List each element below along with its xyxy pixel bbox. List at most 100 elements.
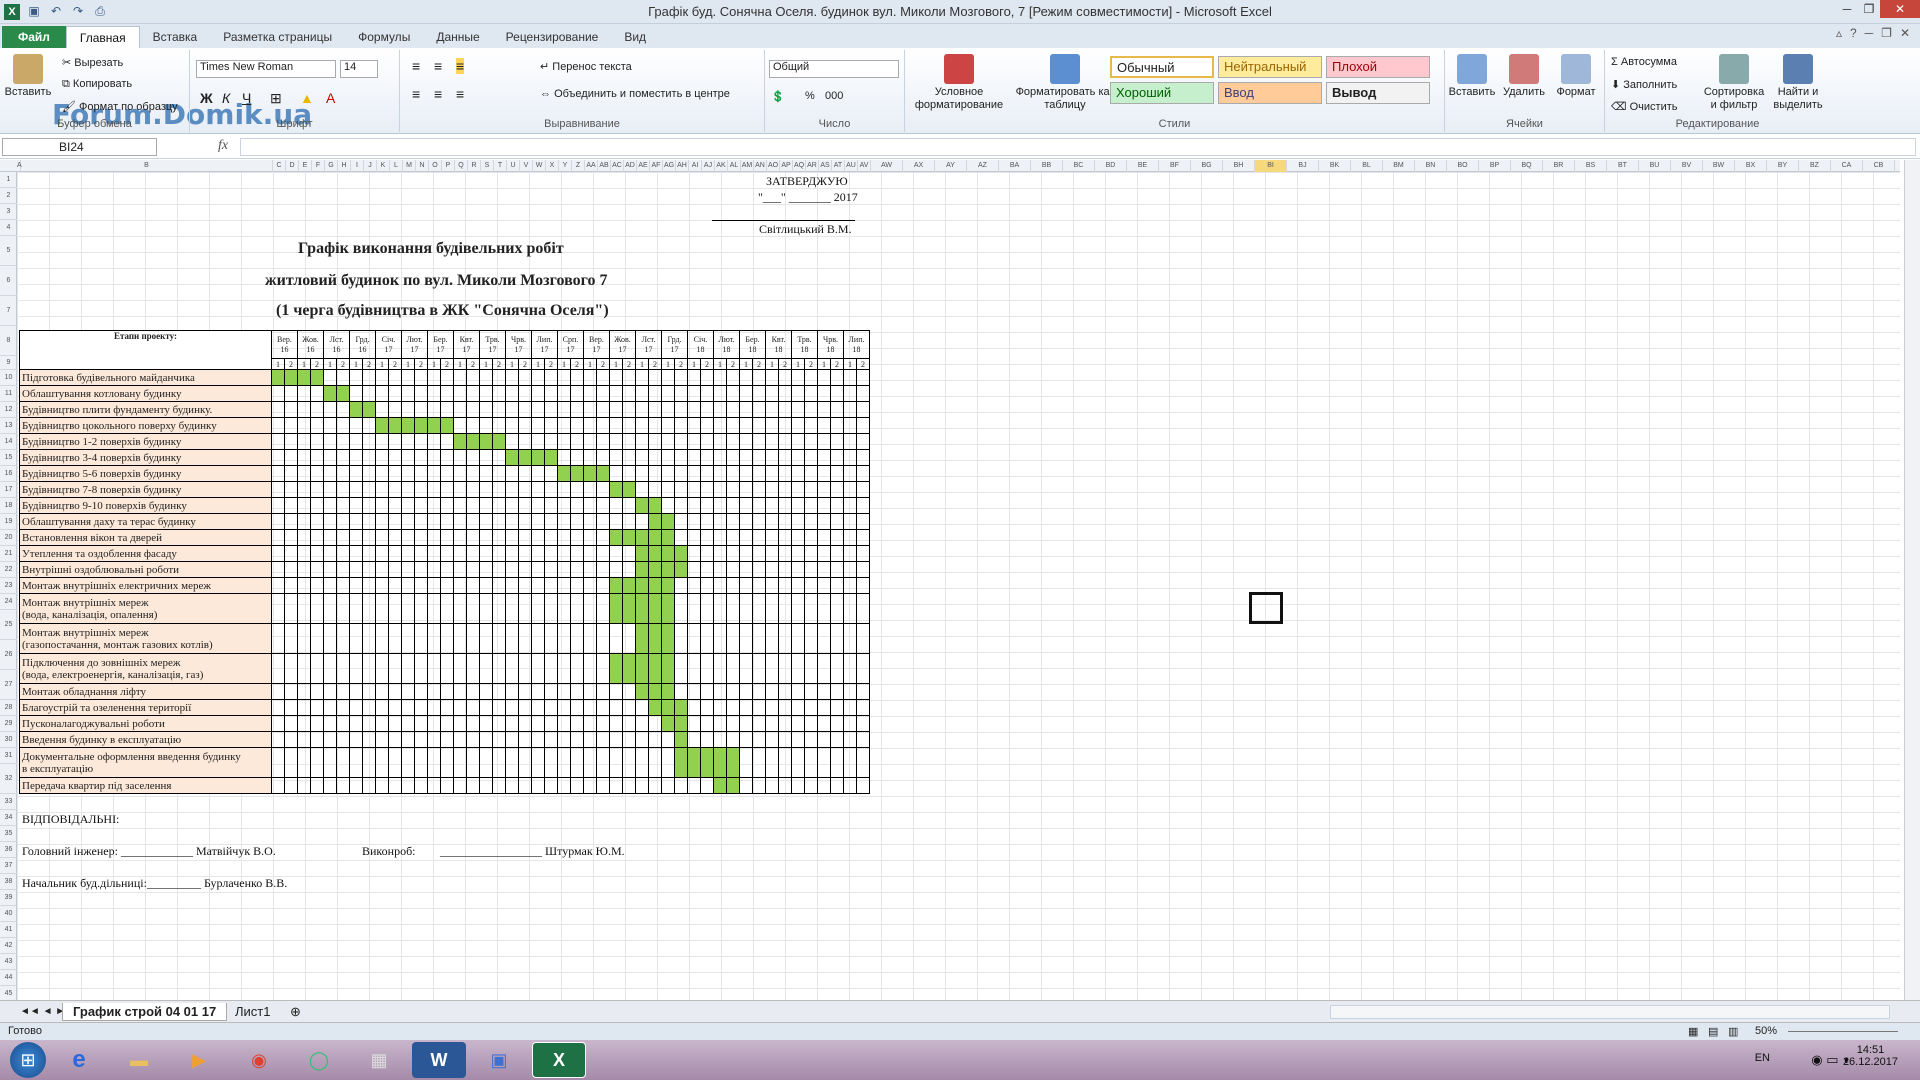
column-header[interactable]: BR [1543, 160, 1575, 172]
style-normal[interactable]: Обычный [1110, 56, 1214, 78]
column-header[interactable]: BN [1415, 160, 1447, 172]
tray-clock[interactable]: 14:51 26.12.2017 [1843, 1044, 1898, 1068]
bold-button[interactable]: Ж [200, 90, 213, 106]
font-name-select[interactable]: Times New Roman [196, 60, 336, 78]
page-break-view-icon[interactable]: ▥ [1728, 1025, 1738, 1038]
delete-cells-button[interactable]: Удалить [1499, 54, 1549, 99]
close-button[interactable]: ✕ [1880, 0, 1920, 18]
format-as-table-button[interactable]: Форматировать как таблицу [1015, 54, 1115, 112]
autosum-button[interactable]: Σ Автосумма [1611, 56, 1677, 68]
format-cells-button[interactable]: Формат [1551, 54, 1601, 99]
align-top-icon[interactable]: ≡ [412, 58, 420, 74]
worksheet[interactable]: A B C D E F G H I J K L M N O P Q R S T U V W X Y Z AA AB AC AD AE AF AG… [0, 160, 1920, 1066]
style-bad[interactable]: Плохой [1326, 56, 1430, 78]
merge-center-button[interactable]: ⇔ Объединить и поместить в центре [540, 88, 730, 100]
wrap-text-button[interactable]: ↵ Перенос текста [540, 60, 632, 73]
page-layout-view-icon[interactable]: ▤ [1708, 1025, 1718, 1038]
style-input[interactable]: Ввод [1218, 82, 1322, 104]
column-header[interactable]: BV [1671, 160, 1703, 172]
vertical-scrollbar[interactable] [1904, 160, 1920, 1000]
zoom-level[interactable]: 50% [1755, 1025, 1777, 1037]
column-header[interactable]: BA [999, 160, 1031, 172]
tab-view[interactable]: Вид [611, 26, 659, 48]
column-header[interactable]: AY [935, 160, 967, 172]
doc-minimize-icon[interactable]: ─ [1865, 26, 1874, 40]
column-header[interactable]: BQ [1511, 160, 1543, 172]
align-center-icon[interactable]: ≡ [434, 86, 442, 102]
explorer-icon[interactable]: ▬ [112, 1042, 166, 1078]
column-header[interactable]: BU [1639, 160, 1671, 172]
column-header[interactable]: BP [1479, 160, 1511, 172]
find-select-button[interactable]: Найти и выделить [1767, 54, 1829, 112]
tab-review[interactable]: Рецензирование [493, 26, 612, 48]
column-header[interactable]: AX [903, 160, 935, 172]
percent-icon[interactable]: % [805, 90, 815, 102]
column-header[interactable]: BF [1159, 160, 1191, 172]
align-right-icon[interactable]: ≡ [456, 86, 464, 102]
tab-formulas[interactable]: Формулы [345, 26, 423, 48]
maximize-button[interactable]: ❐ [1858, 0, 1880, 18]
column-header[interactable]: BO [1447, 160, 1479, 172]
column-header[interactable]: BG [1191, 160, 1223, 172]
align-left-icon[interactable]: ≡ [412, 86, 420, 102]
format-painter-button[interactable]: 🖌 Формат по образцу [62, 100, 178, 113]
doc-close-icon[interactable]: ✕ [1900, 26, 1910, 40]
chrome-icon[interactable]: ◉ [232, 1042, 286, 1078]
column-header[interactable]: CA [1831, 160, 1863, 172]
media-player-icon[interactable]: ▶ [172, 1042, 226, 1078]
font-size-select[interactable]: 14 [340, 60, 378, 78]
column-header[interactable]: BE [1127, 160, 1159, 172]
collapse-ribbon-icon[interactable]: ▵ [1836, 26, 1842, 40]
style-output[interactable]: Вывод [1326, 82, 1430, 104]
column-header[interactable]: BX [1735, 160, 1767, 172]
formula-input[interactable] [240, 138, 1916, 156]
currency-icon[interactable]: 💲 [771, 90, 785, 103]
conditional-format-button[interactable]: Условное форматирование [909, 54, 1009, 112]
column-header[interactable]: BL [1351, 160, 1383, 172]
underline-button[interactable]: Ч [242, 90, 251, 106]
column-header[interactable]: BW [1703, 160, 1735, 172]
cut-button[interactable]: ✂ Вырезать [62, 56, 123, 69]
column-header[interactable]: BH [1223, 160, 1255, 172]
column-header[interactable]: BS [1575, 160, 1607, 172]
column-header[interactable]: BC [1063, 160, 1095, 172]
column-header[interactable]: BZ [1799, 160, 1831, 172]
selected-cell-bi24[interactable] [1249, 592, 1283, 624]
align-middle-icon[interactable]: ≡ [434, 58, 442, 74]
clear-button[interactable]: ⌫ Очистить [1611, 100, 1678, 113]
new-sheet-icon[interactable]: ⊕ [280, 1003, 311, 1021]
ie-icon[interactable]: e [52, 1042, 106, 1078]
tab-home[interactable]: Главная [65, 26, 140, 48]
column-header[interactable]: AZ [967, 160, 999, 172]
font-color-icon[interactable]: A [326, 90, 335, 106]
style-good[interactable]: Хороший [1110, 82, 1214, 104]
language-indicator[interactable]: EN [1755, 1052, 1770, 1064]
name-box[interactable]: BI24 [2, 138, 157, 156]
column-header[interactable]: BJ [1287, 160, 1319, 172]
sort-filter-button[interactable]: Сортировка и фильтр [1701, 54, 1767, 112]
column-header[interactable]: BI [1255, 160, 1287, 172]
excel-taskbar-icon[interactable]: X [532, 1042, 586, 1078]
thousands-icon[interactable]: 000 [825, 90, 843, 102]
insert-cells-button[interactable]: Вставить [1447, 54, 1497, 99]
start-button[interactable]: ⊞ [10, 1042, 46, 1078]
fill-button[interactable]: ⬇ Заполнить [1611, 78, 1677, 91]
fx-icon[interactable]: fx [218, 138, 228, 154]
word-icon[interactable]: W [412, 1042, 466, 1078]
sheet-tab-active[interactable]: График строй 04 01 17 [62, 1003, 228, 1021]
column-header[interactable]: CB [1863, 160, 1895, 172]
style-neutral[interactable]: Нейтральный [1218, 56, 1322, 78]
sheet-tab-list1[interactable]: Лист1 [225, 1003, 280, 1021]
column-header[interactable]: BB [1031, 160, 1063, 172]
tab-insert[interactable]: Вставка [140, 26, 211, 48]
align-bottom-icon[interactable]: ≡ [456, 58, 465, 74]
column-header[interactable]: BM [1383, 160, 1415, 172]
calculator-icon[interactable]: ▦ [352, 1042, 406, 1078]
doc-restore-icon[interactable]: ❐ [1881, 26, 1892, 40]
tab-page-layout[interactable]: Разметка страницы [210, 26, 345, 48]
paste-button[interactable]: Вставить [4, 54, 52, 99]
tab-data[interactable]: Данные [423, 26, 492, 48]
help-icon[interactable]: ? [1850, 26, 1857, 40]
borders-icon[interactable]: ⊞ [270, 90, 282, 107]
horizontal-scrollbar[interactable] [1330, 1005, 1890, 1019]
